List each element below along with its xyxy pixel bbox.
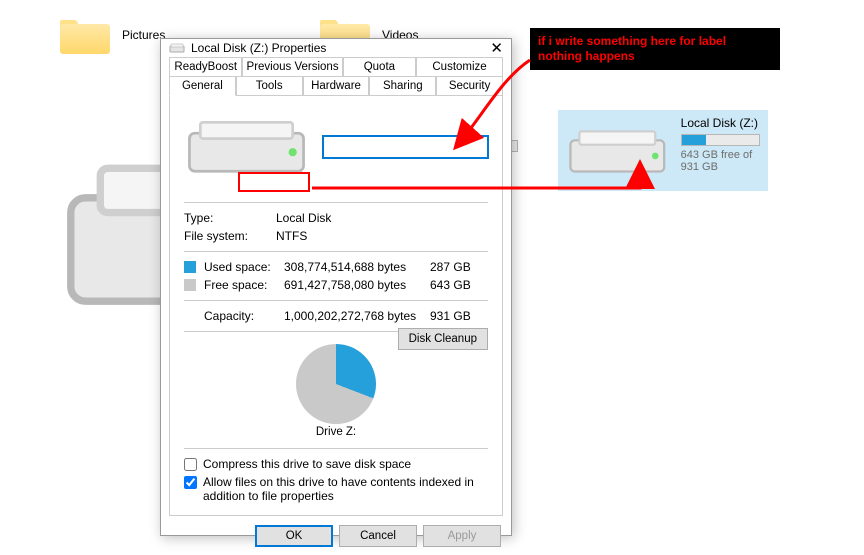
drive-icon — [566, 118, 669, 185]
drive-icon — [184, 106, 309, 188]
tab-previous-versions[interactable]: Previous Versions — [242, 57, 342, 76]
free-bytes: 691,427,758,080 bytes — [284, 278, 430, 292]
cancel-button[interactable]: Cancel — [339, 525, 417, 547]
disk-cleanup-button[interactable]: Disk Cleanup — [398, 328, 488, 350]
dialog-title: Local Disk (Z:) Properties — [191, 41, 473, 55]
tab-security[interactable]: Security — [436, 76, 503, 96]
ok-button[interactable]: OK — [255, 525, 333, 547]
capacity-gb: 931 GB — [430, 309, 488, 323]
index-checkbox[interactable] — [184, 476, 197, 489]
compress-label: Compress this drive to save disk space — [203, 457, 411, 471]
drive-subtext: 643 GB free of 931 GB — [681, 149, 760, 173]
tab-strip: ReadyBoost Previous Versions Quota Custo… — [161, 57, 511, 96]
drive-tile-z[interactable]: Local Disk (Z:) 643 GB free of 931 GB — [558, 110, 768, 191]
used-swatch — [184, 261, 196, 273]
compress-checkbox-row[interactable]: Compress this drive to save disk space — [184, 457, 488, 471]
type-value: Local Disk — [276, 211, 331, 225]
tab-panel-general: Type:Local Disk File system:NTFS Used sp… — [169, 95, 503, 516]
folder-tile-pictures[interactable]: Pictures — [60, 16, 165, 54]
titlebar[interactable]: Local Disk (Z:) Properties ✕ — [161, 39, 511, 57]
capacity-bytes: 1,000,202,272,768 bytes — [284, 309, 430, 323]
folder-label: Pictures — [122, 28, 165, 42]
used-bytes: 308,774,514,688 bytes — [284, 260, 430, 274]
drive-label-input[interactable] — [323, 136, 488, 158]
tab-general[interactable]: General — [169, 76, 236, 96]
drive-icon — [169, 40, 185, 56]
type-key: Type: — [184, 211, 276, 225]
folder-icon — [60, 16, 110, 54]
pie-label: Drive Z: — [184, 426, 488, 438]
capacity-key: Capacity: — [204, 309, 284, 323]
compress-checkbox[interactable] — [184, 458, 197, 471]
dialog-button-row: OK Cancel Apply — [161, 517, 511, 555]
properties-dialog: Local Disk (Z:) Properties ✕ ReadyBoost … — [160, 38, 512, 536]
annotation-note: if i write something here for label noth… — [530, 28, 780, 70]
drive-name: Local Disk (Z:) — [681, 116, 760, 130]
used-gb: 287 GB — [430, 260, 488, 274]
tab-hardware[interactable]: Hardware — [303, 76, 370, 96]
used-key: Used space: — [204, 260, 284, 274]
close-icon[interactable]: ✕ — [473, 39, 503, 57]
tab-readyboost[interactable]: ReadyBoost — [169, 57, 242, 76]
index-checkbox-row[interactable]: Allow files on this drive to have conten… — [184, 475, 488, 503]
apply-button[interactable]: Apply — [423, 525, 501, 547]
filesystem-key: File system: — [184, 229, 276, 243]
tab-sharing[interactable]: Sharing — [369, 76, 436, 96]
tab-quota[interactable]: Quota — [343, 57, 416, 76]
tab-tools[interactable]: Tools — [236, 76, 303, 96]
filesystem-value: NTFS — [276, 229, 307, 243]
free-swatch — [184, 279, 196, 291]
index-label: Allow files on this drive to have conten… — [203, 475, 488, 503]
tab-customize[interactable]: Customize — [416, 57, 503, 76]
drive-usage-bar — [681, 134, 760, 146]
free-key: Free space: — [204, 278, 284, 292]
usage-pie-chart — [296, 344, 376, 424]
free-gb: 643 GB — [430, 278, 488, 292]
